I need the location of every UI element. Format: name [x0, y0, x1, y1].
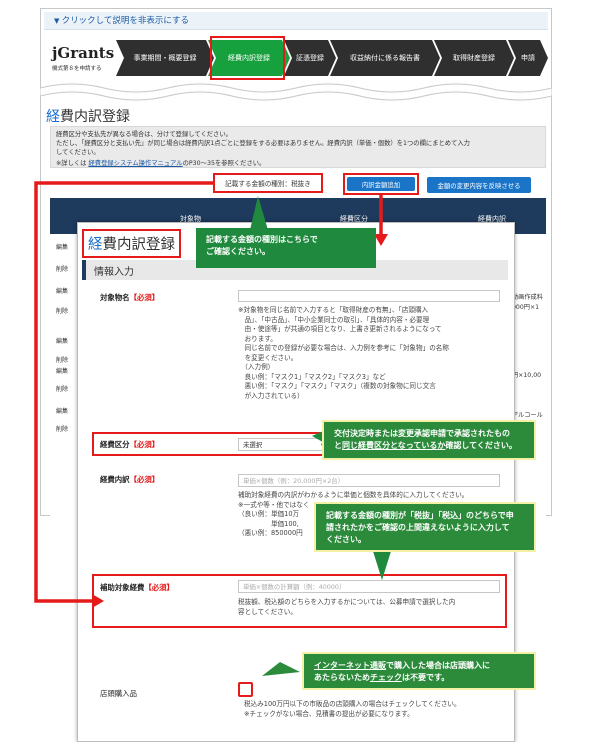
callout-category: 交付決定時または変更承認申請で承認されたもの と同じ経費区分となっているか確認し… — [322, 420, 536, 460]
callout-store-purchase: インターネット通販で購入した場合は店頭購入に あたらないためチェックは不要です。 — [302, 652, 536, 690]
callout-tax-kind: 記載する金額の種別はこちらで ご確認ください。 — [196, 228, 376, 268]
callout-amount: 記載する金額の種別が「税抜」「税込」のどちらで申 請されたかをご確認の上間違えな… — [314, 502, 536, 552]
annotation-arrows — [34, 181, 392, 676]
